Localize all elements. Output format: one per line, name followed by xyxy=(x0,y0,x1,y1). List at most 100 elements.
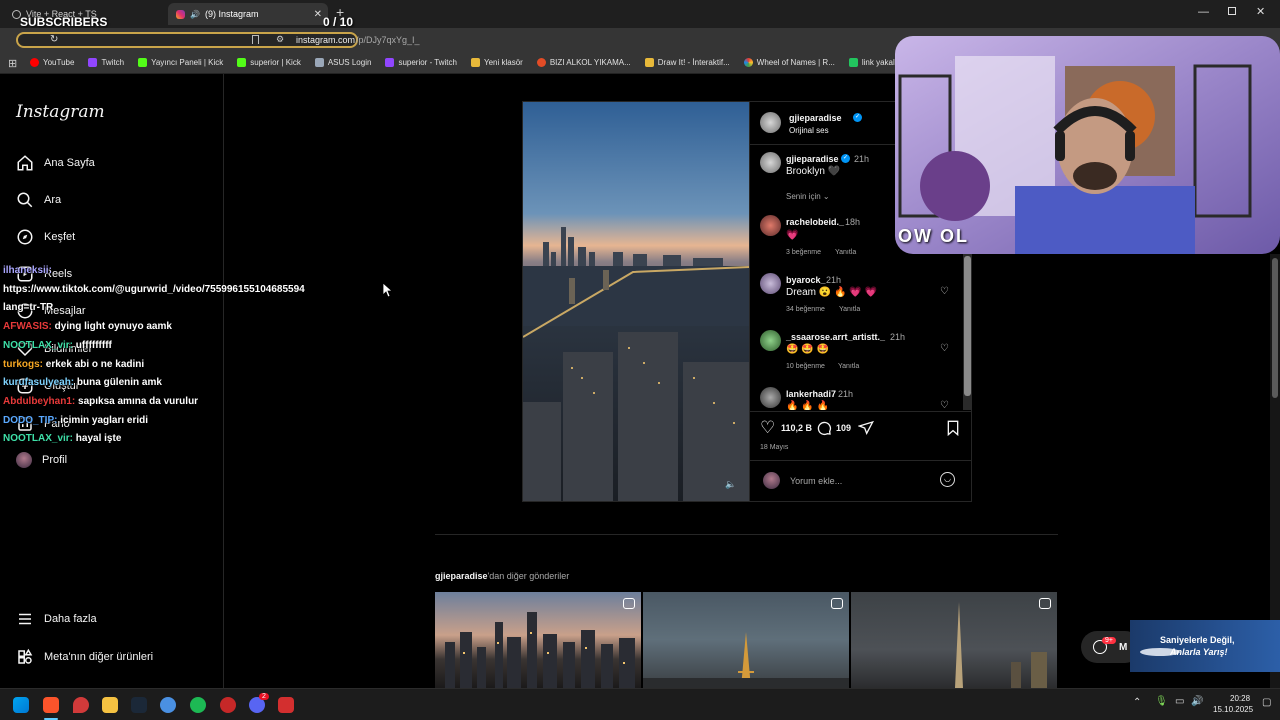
minimize-icon[interactable]: — xyxy=(1198,6,1209,18)
bookmark-icon[interactable] xyxy=(252,35,259,44)
post-author[interactable]: gjieparadise xyxy=(789,113,842,123)
spotify-icon[interactable] xyxy=(190,697,206,713)
share-icon[interactable] xyxy=(858,420,874,436)
comment-time: 21h xyxy=(838,389,854,399)
more-post-thumbnail[interactable] xyxy=(851,592,1057,688)
comment-user[interactable]: lankerhadi7 xyxy=(786,389,836,399)
home-icon xyxy=(17,155,33,171)
caption-avatar[interactable] xyxy=(760,152,781,173)
bookmark-kick-panel[interactable]: Yayıncı Paneli | Kick xyxy=(138,58,223,67)
more-posts-heading: gjieparadise'dan diğer gönderiler xyxy=(435,571,570,581)
nav-explore[interactable]: Keşfet xyxy=(16,228,75,246)
clock-date[interactable]: 15.10.2025 xyxy=(1213,705,1253,714)
webcam-overlay: OW OL xyxy=(895,36,1280,254)
emoji-icon[interactable]: ◡ xyxy=(940,472,955,487)
microphone-icon[interactable]: 🎙 xyxy=(1155,696,1168,707)
comment-count[interactable]: 109 xyxy=(836,423,851,433)
bookmark-alkol[interactable]: BIZI ALKOL YIKAMA... xyxy=(536,58,631,67)
mute-icon[interactable]: 🔈 xyxy=(725,479,736,490)
bookmark-twitch-superior[interactable]: superior - Twitch xyxy=(385,58,457,67)
nav-more[interactable]: Daha fazla xyxy=(16,610,97,628)
url-host: instagram.com xyxy=(296,35,356,45)
speaker-icon[interactable]: 🔊 xyxy=(190,10,200,19)
instagram-logo[interactable]: Instagram xyxy=(16,102,105,122)
comment-likes[interactable]: 3 beğenme xyxy=(786,249,821,256)
bookmark-folder[interactable]: Yeni klasör xyxy=(470,58,523,67)
show-desktop-icon[interactable]: ▢ xyxy=(1262,697,1271,708)
comments-scrollbar[interactable] xyxy=(963,252,972,410)
bookmark-asus[interactable]: ASUS Login xyxy=(314,58,371,67)
volume-icon[interactable]: 🔊 xyxy=(1191,696,1203,707)
file-explorer-icon[interactable] xyxy=(102,697,118,713)
nav-meta-products[interactable]: Meta'nın diğer ürünleri xyxy=(16,648,153,666)
more-post-thumbnail[interactable] xyxy=(435,592,641,688)
bookmark-drawit[interactable]: Draw It! - İnteraktif... xyxy=(644,58,730,67)
windows-start-icon[interactable] xyxy=(13,697,29,713)
scrollbar-thumb[interactable] xyxy=(964,256,971,396)
page-scrollbar-thumb[interactable] xyxy=(1272,258,1278,398)
author-avatar[interactable] xyxy=(760,112,781,133)
comment-input[interactable]: Yorum ekle... xyxy=(790,476,842,486)
caption-time: 21h xyxy=(854,154,870,164)
maps-pin-icon[interactable] xyxy=(73,697,89,713)
like-comment-heart-icon[interactable]: ♡ xyxy=(940,286,949,297)
bookmark-youtube[interactable]: YouTube xyxy=(30,58,74,67)
post-video[interactable]: 🔈 xyxy=(523,102,749,501)
like-comment-heart-icon[interactable]: ♡ xyxy=(940,343,949,354)
apps-grid-icon[interactable]: ⊞ xyxy=(8,57,17,70)
network-icon[interactable]: ▭ xyxy=(1175,696,1184,707)
post-audio[interactable]: Orijinal ses xyxy=(789,126,829,135)
nav-search[interactable]: Ara xyxy=(16,191,61,209)
caption-user[interactable]: gjieparadise xyxy=(786,154,839,164)
reply-button[interactable]: Yanıtla xyxy=(839,306,860,313)
thumbnail-skyline xyxy=(445,612,635,688)
close-window-icon[interactable]: ✕ xyxy=(1256,5,1265,18)
more-post-thumbnail[interactable] xyxy=(643,592,849,688)
discord-badge: 2 xyxy=(259,693,269,700)
like-count[interactable]: 110,2 B xyxy=(781,423,812,433)
chevron-up-icon[interactable]: ⌃ xyxy=(1133,697,1141,708)
section-divider xyxy=(435,534,1058,535)
steam-icon[interactable] xyxy=(131,697,147,713)
bookmark-wheel[interactable]: Wheel of Names | R... xyxy=(743,58,835,67)
comment-user[interactable]: byarock_ xyxy=(786,275,826,285)
comment-likes[interactable]: 34 beğenme xyxy=(786,306,825,313)
clock-time[interactable]: 20:28 xyxy=(1230,694,1250,703)
comment-likes[interactable]: 10 beğenme xyxy=(786,363,825,370)
comment-icon[interactable] xyxy=(816,420,832,436)
reload-icon[interactable]: ↻ xyxy=(50,34,58,45)
nav-home[interactable]: Ana Sayfa xyxy=(16,154,95,172)
comment-user[interactable]: _ssaarose.arrt_artistt._ xyxy=(786,332,885,342)
commenter-avatar[interactable] xyxy=(760,330,781,351)
site-info-icon[interactable]: ⚙ xyxy=(276,34,284,45)
bookmark-twitch[interactable]: Twitch xyxy=(88,58,124,67)
url-path[interactable]: /p/DJy7qxYg_I_ xyxy=(356,35,420,45)
close-tab-icon[interactable]: ✕ xyxy=(314,9,322,20)
chat-text: https://www.tiktok.com/@ugurwrid_/video/… xyxy=(3,283,305,295)
reply-button[interactable]: Yanıtla xyxy=(835,249,856,256)
app-icon[interactable] xyxy=(160,697,176,713)
post-date[interactable]: 18 Mayıs xyxy=(760,444,788,451)
like-heart-icon[interactable]: ♡ xyxy=(760,418,775,438)
calendar-app-icon[interactable] xyxy=(278,697,294,713)
reply-button[interactable]: Yanıtla xyxy=(838,363,859,370)
app-red-icon[interactable] xyxy=(220,697,236,713)
brave-icon[interactable] xyxy=(43,697,59,713)
commenter-avatar[interactable] xyxy=(760,387,781,408)
nav-profile[interactable]: Profil xyxy=(16,452,67,468)
profile-avatar xyxy=(16,452,32,468)
thumbnail-eiffel xyxy=(643,632,849,688)
commenter-avatar[interactable] xyxy=(760,215,781,236)
tab-instagram[interactable]: 🔊 (9) Instagram ✕ xyxy=(168,3,328,25)
translation-toggle[interactable]: Senin için ⌄ xyxy=(786,192,830,201)
maximize-icon[interactable] xyxy=(1228,7,1236,15)
comment-text: 🤩 🤩 🤩 xyxy=(786,344,829,355)
url-bar[interactable]: ↻ ⚙ instagram.com xyxy=(16,32,358,48)
save-bookmark-icon[interactable] xyxy=(946,420,960,436)
bookmark-kick-superior[interactable]: superior | Kick xyxy=(237,58,301,67)
commenter-avatar[interactable] xyxy=(760,273,781,294)
verified-icon: ✓ xyxy=(841,154,850,163)
play-icon xyxy=(848,58,858,67)
like-comment-heart-icon[interactable]: ♡ xyxy=(940,400,949,410)
comment-user[interactable]: rachelobeid._ xyxy=(786,217,844,227)
